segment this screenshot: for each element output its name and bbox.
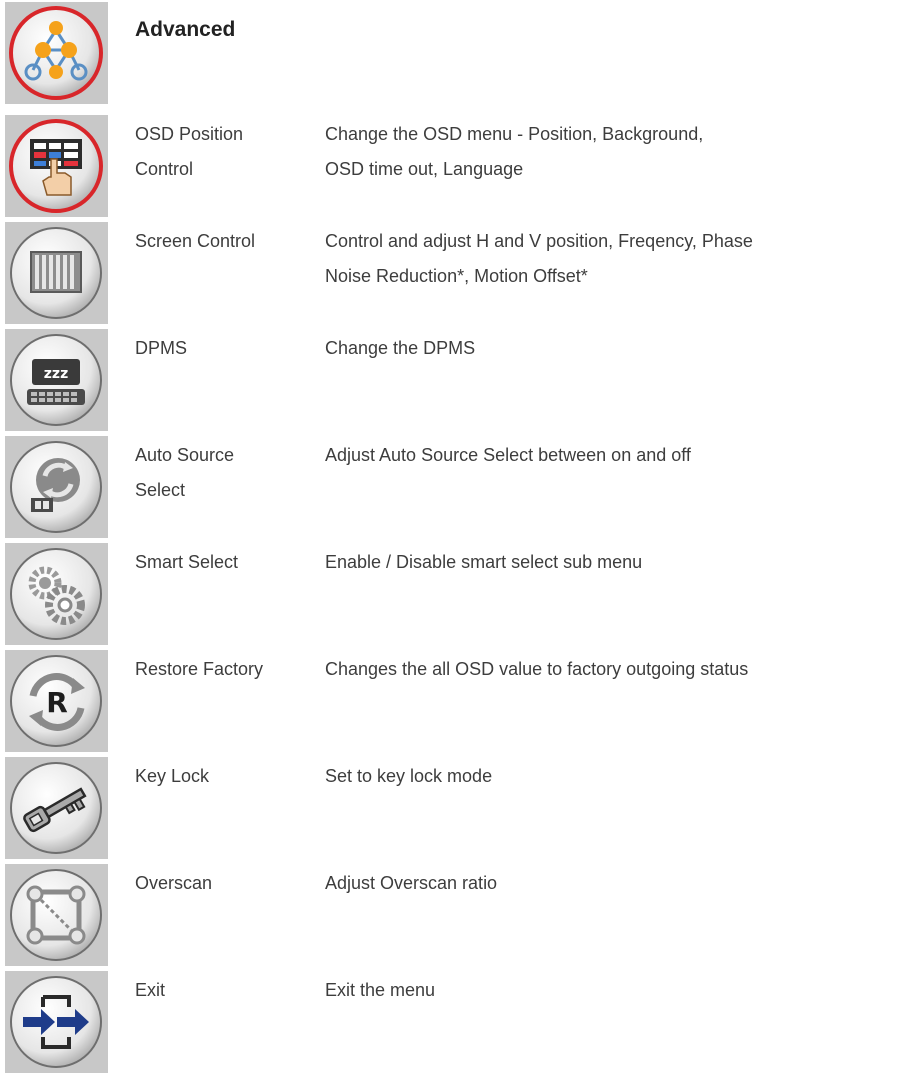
item-description: Enable / Disable smart select sub menu xyxy=(325,545,900,580)
item-name-line: Exit xyxy=(135,980,166,1000)
item-name: DPMS xyxy=(135,331,315,366)
svg-text:zzz: zzz xyxy=(44,366,68,382)
exit-arrows-icon xyxy=(5,971,108,1073)
item-name-line: Screen Control xyxy=(135,231,256,251)
item-name-line: Auto Source xyxy=(135,445,235,465)
osd-position-icon xyxy=(5,115,108,217)
item-description: Change the OSD menu - Position, Backgrou… xyxy=(325,117,900,187)
overscan-icon xyxy=(5,864,108,966)
item-description: Changes the all OSD value to factory out… xyxy=(325,652,900,687)
item-name: OSD Position Control xyxy=(135,117,315,187)
list-item-restore-factory[interactable]: R Restore Factory Changes the all OSD va… xyxy=(0,650,901,752)
item-name: Smart Select xyxy=(135,545,315,580)
item-description: Adjust Overscan ratio xyxy=(325,866,900,901)
item-name: Screen Control xyxy=(135,224,315,259)
gears-icon xyxy=(5,543,108,645)
list-item-overscan[interactable]: Overscan Adjust Overscan ratio xyxy=(0,864,901,966)
item-name-line: Select xyxy=(135,480,186,500)
list-item-smart-select[interactable]: Smart Select Enable / Disable smart sele… xyxy=(0,543,901,645)
item-description: Set to key lock mode xyxy=(325,759,900,794)
item-desc-line: Set to key lock mode xyxy=(325,766,493,786)
item-name: Exit xyxy=(135,973,315,1008)
list-item-exit[interactable]: Exit Exit the menu xyxy=(0,971,901,1073)
auto-source-icon xyxy=(5,436,108,538)
item-name-line: OSD Position xyxy=(135,124,244,144)
list-item-osd-position[interactable]: OSD Position Control Change the OSD menu… xyxy=(0,115,901,217)
dpms-sleep-icon: zzz xyxy=(5,329,108,431)
item-desc-line: Noise Reduction*, Motion Offset* xyxy=(325,266,588,286)
item-name: Overscan xyxy=(135,866,315,901)
item-name: Auto Source Select xyxy=(135,438,315,508)
item-name-line: Smart Select xyxy=(135,552,239,572)
screen-control-icon xyxy=(5,222,108,324)
item-desc-line: Exit the menu xyxy=(325,980,436,1000)
item-name-line: Control xyxy=(135,159,194,179)
item-description: Control and adjust H and V position, Fre… xyxy=(325,224,900,294)
item-name-line: DPMS xyxy=(135,338,188,358)
item-description: Change the DPMS xyxy=(325,331,900,366)
advanced-network-icon xyxy=(5,2,108,104)
item-name: Restore Factory xyxy=(135,652,315,687)
restore-r-icon: R xyxy=(5,650,108,752)
item-description: Adjust Auto Source Select between on and… xyxy=(325,438,900,473)
item-desc-line: Changes the all OSD value to factory out… xyxy=(325,659,749,679)
item-name-line: Key Lock xyxy=(135,766,210,786)
item-description: Exit the menu xyxy=(325,973,900,1008)
list-item-auto-source-select[interactable]: Auto Source Select Adjust Auto Source Se… xyxy=(0,436,901,538)
list-item-key-lock[interactable]: Key Lock Set to key lock mode xyxy=(0,757,901,859)
svg-text:R: R xyxy=(46,686,68,719)
item-desc-line: Adjust Auto Source Select between on and… xyxy=(325,445,691,465)
item-desc-line: Control and adjust H and V position, Fre… xyxy=(325,231,753,251)
item-desc-line: Change the OSD menu - Position, Backgrou… xyxy=(325,124,704,144)
item-name: Key Lock xyxy=(135,759,315,794)
item-desc-line: Adjust Overscan ratio xyxy=(325,873,498,893)
item-name-line: Overscan xyxy=(135,873,213,893)
key-icon xyxy=(5,757,108,859)
item-desc-line: Change the DPMS xyxy=(325,338,476,358)
item-desc-line: OSD time out, Language xyxy=(325,159,524,179)
list-item-screen-control[interactable]: Screen Control Control and adjust H and … xyxy=(0,222,901,324)
item-name-line: Restore Factory xyxy=(135,659,264,679)
list-item-dpms[interactable]: zzz DPMS Change the DPMS xyxy=(0,329,901,431)
item-desc-line: Enable / Disable smart select sub menu xyxy=(325,552,643,572)
page-title: Advanced xyxy=(135,18,236,41)
header-row: Advanced xyxy=(0,0,901,110)
